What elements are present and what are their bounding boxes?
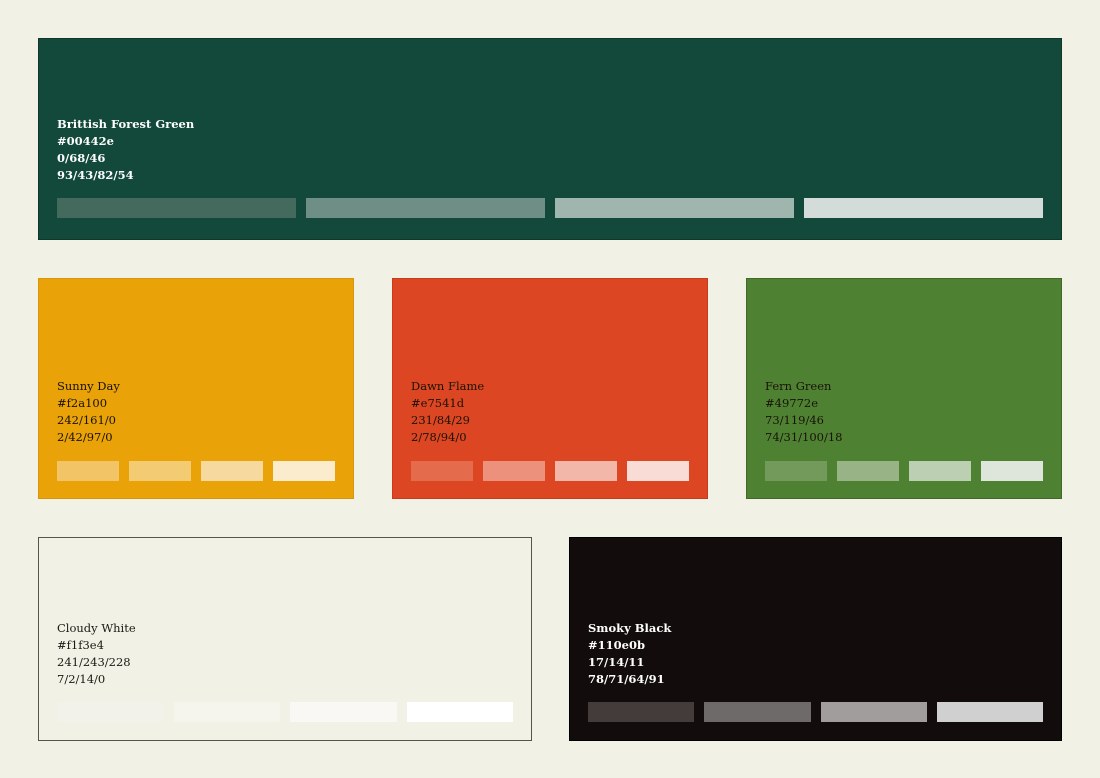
swatch-info: Smoky Black #110e0b 17/14/11 78/71/64/91 bbox=[588, 620, 671, 688]
swatch-cmyk: 78/71/64/91 bbox=[588, 672, 665, 686]
tint-row bbox=[57, 461, 335, 481]
tint-4 bbox=[981, 461, 1043, 481]
swatch-rgb: 242/161/0 bbox=[57, 413, 116, 427]
swatch-rgb: 231/84/29 bbox=[411, 413, 470, 427]
swatch-cmyk: 93/43/82/54 bbox=[57, 168, 134, 182]
tint-3 bbox=[201, 461, 263, 481]
swatch-rgb: 17/14/11 bbox=[588, 655, 645, 669]
tint-4 bbox=[804, 198, 1043, 218]
swatch-hex: #f1f3e4 bbox=[57, 638, 104, 652]
tint-row bbox=[588, 702, 1043, 722]
tint-2 bbox=[837, 461, 899, 481]
tint-row bbox=[57, 702, 513, 722]
swatch-card-forest-green: Brittish Forest Green #00442e 0/68/46 93… bbox=[38, 38, 1062, 240]
swatch-info: Fern Green #49772e 73/119/46 74/31/100/1… bbox=[765, 378, 842, 446]
tint-row bbox=[411, 461, 689, 481]
swatch-rgb: 241/243/228 bbox=[57, 655, 131, 669]
tint-4 bbox=[627, 461, 689, 481]
tint-4 bbox=[406, 702, 513, 722]
swatch-info: Dawn Flame #e7541d 231/84/29 2/78/94/0 bbox=[411, 378, 484, 446]
swatch-name: Dawn Flame bbox=[411, 379, 485, 393]
tint-row bbox=[765, 461, 1043, 481]
swatch-name: Fern Green bbox=[765, 379, 832, 393]
tint-3 bbox=[290, 702, 397, 722]
swatch-card-dawn-flame: Dawn Flame #e7541d 231/84/29 2/78/94/0 bbox=[392, 278, 708, 499]
tint-3 bbox=[555, 461, 617, 481]
tint-3 bbox=[820, 702, 927, 722]
swatch-cmyk: 74/31/100/18 bbox=[765, 430, 843, 444]
swatch-hex: #110e0b bbox=[588, 638, 646, 652]
swatch-name: Smoky Black bbox=[588, 621, 672, 635]
tint-2 bbox=[704, 702, 811, 722]
swatch-name: Sunny Day bbox=[57, 379, 120, 393]
tint-row bbox=[57, 198, 1043, 218]
swatch-card-smoky-black: Smoky Black #110e0b 17/14/11 78/71/64/91 bbox=[569, 537, 1062, 741]
swatch-hex: #00442e bbox=[57, 134, 114, 148]
swatch-info: Cloudy White #f1f3e4 241/243/228 7/2/14/… bbox=[57, 620, 136, 688]
swatch-card-sunny-day: Sunny Day #f2a100 242/161/0 2/42/97/0 bbox=[38, 278, 354, 499]
tint-1 bbox=[57, 702, 164, 722]
swatch-cmyk: 2/78/94/0 bbox=[411, 430, 467, 444]
tint-2 bbox=[483, 461, 545, 481]
swatch-info: Sunny Day #f2a100 242/161/0 2/42/97/0 bbox=[57, 378, 120, 446]
swatch-hex: #49772e bbox=[765, 396, 819, 410]
tint-4 bbox=[273, 461, 335, 481]
swatch-card-fern-green: Fern Green #49772e 73/119/46 74/31/100/1… bbox=[746, 278, 1062, 499]
tint-1 bbox=[57, 461, 119, 481]
swatch-rgb: 0/68/46 bbox=[57, 151, 106, 165]
tint-1 bbox=[765, 461, 827, 481]
tint-4 bbox=[936, 702, 1043, 722]
tint-3 bbox=[555, 198, 794, 218]
tint-2 bbox=[173, 702, 280, 722]
swatch-cmyk: 7/2/14/0 bbox=[57, 672, 106, 686]
swatch-name: Cloudy White bbox=[57, 621, 136, 635]
tint-1 bbox=[411, 461, 473, 481]
swatch-hex: #e7541d bbox=[411, 396, 465, 410]
tint-3 bbox=[909, 461, 971, 481]
swatch-rgb: 73/119/46 bbox=[765, 413, 824, 427]
swatch-hex: #f2a100 bbox=[57, 396, 108, 410]
tint-2 bbox=[129, 461, 191, 481]
tint-1 bbox=[57, 198, 296, 218]
swatch-info: Brittish Forest Green #00442e 0/68/46 93… bbox=[57, 116, 194, 184]
tint-1 bbox=[588, 702, 695, 722]
swatch-name: Brittish Forest Green bbox=[57, 117, 195, 131]
tint-2 bbox=[306, 198, 545, 218]
swatch-card-cloudy-white: Cloudy White #f1f3e4 241/243/228 7/2/14/… bbox=[38, 537, 532, 741]
swatch-cmyk: 2/42/97/0 bbox=[57, 430, 113, 444]
